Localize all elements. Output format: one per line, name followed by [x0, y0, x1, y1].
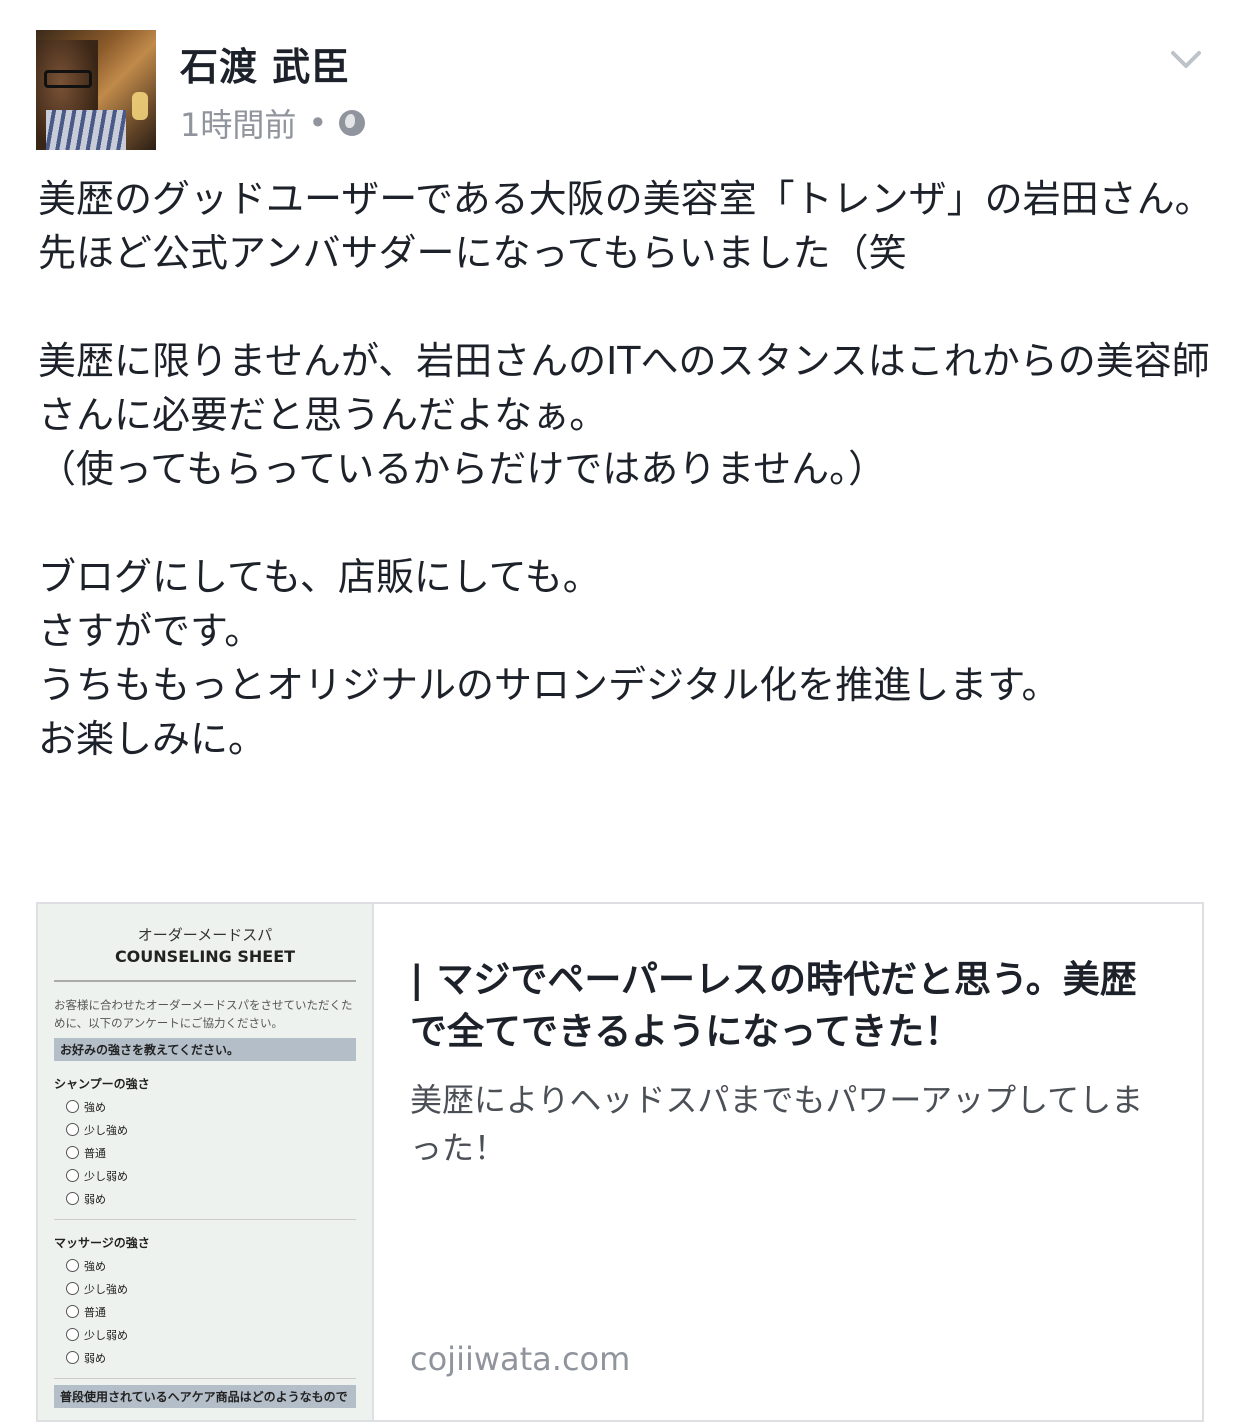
radio-icon	[66, 1123, 79, 1136]
post-line: 美歴のグッドユーザーである大阪の美容室「トレンザ」の岩田さん。	[38, 177, 1213, 221]
option-label: 弱め	[84, 1192, 106, 1206]
post-line: ブログにしても、店販にしても。	[38, 555, 601, 599]
thumb-question-shampoo: シャンプーの強さ	[54, 1077, 150, 1091]
post-line: うちももっとオリジナルのサロンデジタル化を推進します。	[38, 663, 1060, 707]
shampoo-option: 弱め	[66, 1190, 372, 1207]
shampoo-option: 強め	[66, 1098, 372, 1115]
post-line: 美歴に限りませんが、岩田さんのITへのスタンスはこれからの美容師さんに必要だと思…	[38, 339, 1210, 437]
shampoo-option: 普通	[66, 1144, 372, 1161]
radio-icon	[66, 1259, 79, 1272]
option-label: 弱め	[84, 1351, 106, 1365]
shampoo-option: 少し弱め	[66, 1167, 372, 1184]
chevron-down-icon[interactable]	[1170, 44, 1202, 76]
globe-icon[interactable]	[339, 110, 366, 136]
option-label: 強め	[84, 1259, 106, 1273]
link-description: 美歴によりヘッドスパまでもパワーアップしてしまった！	[410, 1081, 1144, 1167]
post-line: 先ほど公式アンバサダーになってもらいました（笑	[38, 231, 907, 275]
option-label: 普通	[84, 1305, 106, 1319]
post-timestamp[interactable]: 1時間前	[180, 100, 296, 146]
option-label: 普通	[84, 1146, 106, 1160]
thumb-divider	[54, 980, 356, 982]
radio-icon	[66, 1192, 79, 1205]
option-label: 少し弱め	[84, 1328, 128, 1342]
link-domain: cojiiwata.com	[410, 1340, 631, 1378]
radio-icon	[66, 1100, 79, 1113]
avatar-shirt	[46, 110, 126, 150]
radio-icon	[66, 1169, 79, 1182]
thumb-separator	[54, 1378, 356, 1379]
massage-option: 弱め	[66, 1349, 372, 1366]
massage-option: 少し強め	[66, 1280, 372, 1297]
post-body: 美歴のグッドユーザーである大阪の美容室「トレンザ」の岩田さん。 先ほど公式アンバサ…	[38, 172, 1213, 766]
post-line: （使ってもらっているからだけではありません。）	[38, 447, 887, 491]
massage-option: 強め	[66, 1257, 372, 1274]
thumb-heading: オーダーメードスパ	[137, 926, 273, 944]
option-label: 強め	[84, 1100, 106, 1114]
link-title[interactable]: | マジでペーパーレスの時代だと思う。美歴で全てできるようになってきた！	[410, 954, 1170, 1058]
link-preview-card[interactable]: オーダーメードスパ COUNSELING SHEET お客様に合わせたオーダーメ…	[36, 902, 1204, 1422]
shampoo-option: 少し強め	[66, 1121, 372, 1138]
radio-icon	[66, 1351, 79, 1364]
avatar-lamp	[132, 92, 148, 120]
radio-icon	[66, 1146, 79, 1159]
link-thumbnail: オーダーメードスパ COUNSELING SHEET お客様に合わせたオーダーメ…	[38, 904, 374, 1420]
meta-separator: •	[308, 104, 328, 142]
thumb-bottom-label: 普段使用されているヘアケア商品はどのようなもので	[54, 1385, 356, 1408]
option-label: 少し弱め	[84, 1169, 128, 1183]
option-label: 少し強め	[84, 1123, 128, 1137]
post-line: お楽しみに。	[38, 717, 267, 761]
thumb-subheading: COUNSELING SHEET	[114, 947, 296, 966]
thumb-section-label: お好みの強さを教えてください。	[54, 1038, 356, 1061]
option-label: 少し強め	[84, 1282, 128, 1296]
massage-option: 少し弱め	[66, 1326, 372, 1343]
thumb-separator	[54, 1219, 356, 1220]
radio-icon	[66, 1282, 79, 1295]
avatar-glasses	[44, 70, 92, 88]
radio-icon	[66, 1328, 79, 1341]
author-name[interactable]: 石渡 武臣	[180, 36, 350, 91]
thumb-question-massage: マッサージの強さ	[54, 1236, 150, 1250]
thumb-intro: お客様に合わせたオーダーメードスパをさせていただくために、以下のアンケートにご協…	[54, 998, 353, 1030]
post-line: さすがです。	[38, 609, 263, 653]
author-avatar[interactable]	[36, 30, 156, 150]
radio-icon	[66, 1305, 79, 1318]
post-meta: 1時間前 •	[180, 100, 366, 146]
massage-option: 普通	[66, 1303, 372, 1320]
